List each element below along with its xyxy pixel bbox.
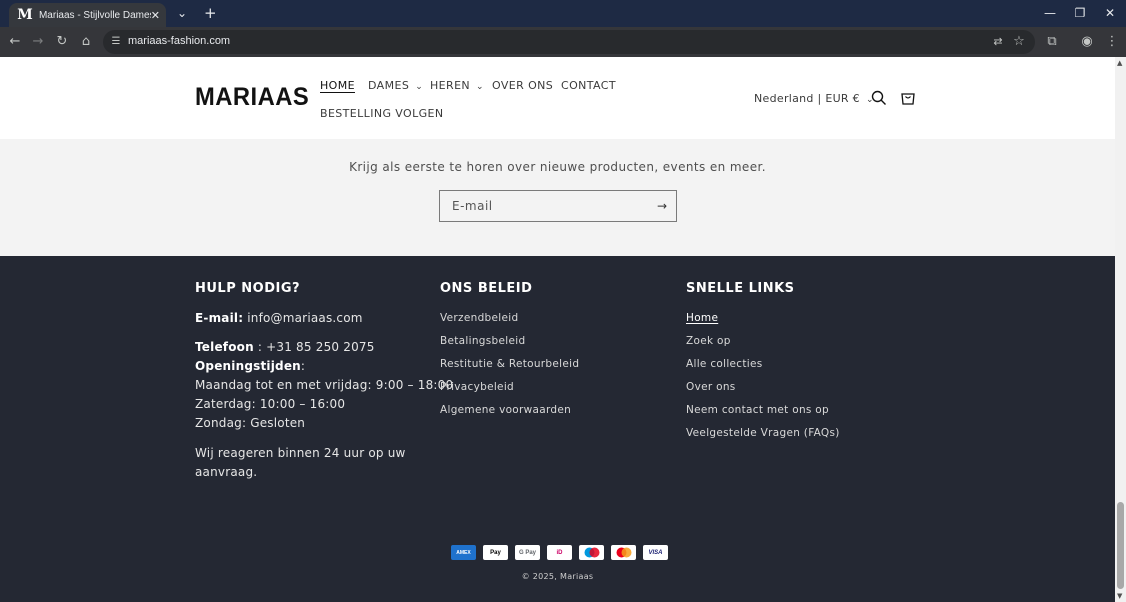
policy-link-voorwaarden[interactable]: Algemene voorwaarden: [440, 404, 571, 416]
translate-icon[interactable]: ⇄: [990, 34, 1006, 50]
nav-over-ons[interactable]: OVER ONS: [492, 79, 553, 92]
ideal-label: iD: [556, 549, 563, 556]
extensions-icon[interactable]: ⧉: [1044, 34, 1060, 50]
policy-link-betalingsbeleid[interactable]: Betalingsbeleid: [440, 335, 525, 347]
hours-label: Openingstijden: [195, 359, 301, 373]
browser-toolbar: ← → ↻ ⌂ ☰ mariaas-fashion.com ⇄ ☆ ⧉ ◉ ⋮: [0, 27, 1126, 57]
help-saturday: Zaterdag: 10:00 – 16:00: [195, 397, 346, 411]
mastercard-icon: [611, 545, 636, 560]
scroll-thumb[interactable]: [1117, 502, 1124, 589]
nav-dames-label: DAMES: [368, 79, 410, 92]
help-sunday: Zondag: Gesloten: [195, 416, 306, 430]
search-icon[interactable]: [871, 90, 887, 106]
amex-icon: AMEX: [451, 545, 476, 560]
hours-colon: :: [300, 359, 306, 373]
nav-heren-label: HEREN: [430, 79, 471, 92]
visa-label: VISA: [648, 549, 663, 556]
help-title: HULP NODIG?: [195, 281, 301, 296]
policy-link-privacybeleid[interactable]: Privacybeleid: [440, 381, 514, 393]
quick-link-alle-collecties[interactable]: Alle collecties: [686, 358, 763, 370]
policy-link-verzendbeleid[interactable]: Verzendbeleid: [440, 312, 518, 324]
footer-help-column: HULP NODIG? E-mail: info@mariaas.com Tel…: [195, 281, 453, 479]
policy-title: ONS BELEID: [440, 281, 533, 296]
google-pay-icon: G Pay: [515, 545, 540, 560]
quick-link-contact[interactable]: Neem contact met ons op: [686, 404, 829, 416]
address-bar[interactable]: ☰ mariaas-fashion.com ⇄ ☆: [103, 30, 1035, 54]
nav-contact[interactable]: CONTACT: [561, 79, 616, 92]
policy-link-restitutie[interactable]: Restitutie & Retourbeleid: [440, 358, 579, 370]
new-tab-button[interactable]: +: [204, 5, 217, 21]
quick-link-faqs[interactable]: Veelgestelde Vragen (FAQs): [686, 427, 840, 439]
nav-home-label: HOME: [320, 79, 355, 92]
help-weekdays: Maandag tot en met vrijdag: 9:00 – 18:00: [195, 378, 454, 392]
restore-button[interactable]: ❐: [1070, 5, 1090, 21]
tab-list-icon[interactable]: ⌄: [177, 5, 187, 21]
scroll-down-icon[interactable]: ▼: [1117, 592, 1122, 600]
page-content: MARIAAS HOME DAMES ⌄ HEREN ⌄ OVER ONS CONT…: [0, 57, 1115, 602]
back-icon[interactable]: ←: [7, 34, 23, 50]
footer-quick-links-column: SNELLE LINKS Home Zoek op Alle collectie…: [686, 281, 839, 439]
help-email: E-mail: info@mariaas.com: [195, 311, 363, 325]
tab-title: Mariaas - Stijlvolle Dames- & H: [38, 9, 151, 21]
newsletter-section: Krijg als eerste te horen over nieuwe pr…: [0, 139, 1115, 256]
phone-label: Telefoon: [195, 340, 254, 354]
nav-bestelling-volgen[interactable]: BESTELLING VOLGEN: [320, 107, 444, 120]
maestro-icon: [579, 545, 604, 560]
arrow-right-icon[interactable]: →: [657, 199, 667, 213]
forward-icon[interactable]: →: [30, 34, 46, 50]
site-info-icon[interactable]: ☰: [108, 34, 124, 50]
help-hours-label: Openingstijden:: [195, 359, 305, 373]
cart-icon[interactable]: [900, 90, 916, 106]
page-scrollbar[interactable]: ▲ ▼: [1115, 57, 1126, 602]
copyright: © 2025, Mariaas: [521, 572, 594, 581]
help-response-line-1: Wij reageren binnen 24 uur op uw: [195, 446, 406, 460]
email-value[interactable]: info@mariaas.com: [243, 311, 362, 325]
scroll-up-icon[interactable]: ▲: [1117, 59, 1122, 67]
apple-pay-label: Pay: [490, 549, 501, 556]
chevron-down-icon: ⌄: [476, 82, 484, 92]
email-input[interactable]: [452, 197, 642, 215]
newsletter-text: Krijg als eerste te horen over nieuwe pr…: [349, 160, 766, 174]
site-favicon-icon: M: [17, 7, 33, 23]
payment-methods: AMEX Pay G Pay iD VISA: [451, 545, 668, 560]
nav-contact-label: CONTACT: [561, 79, 616, 92]
newsletter-form: →: [439, 190, 677, 222]
amex-label: AMEX: [456, 549, 471, 556]
phone-value: : +31 85 250 2075: [253, 340, 375, 354]
profile-icon[interactable]: ◉: [1079, 34, 1095, 50]
visa-icon: VISA: [643, 545, 668, 560]
google-pay-label: G Pay: [518, 549, 536, 556]
apple-pay-icon: Pay: [483, 545, 508, 560]
nav-over-ons-label: OVER ONS: [492, 79, 554, 92]
bookmark-star-icon[interactable]: ☆: [1011, 34, 1027, 50]
locale-label: Nederland | EUR €: [754, 92, 860, 105]
nav-home[interactable]: HOME: [320, 79, 355, 92]
tab-close-icon[interactable]: ✕: [151, 9, 160, 22]
minimize-button[interactable]: —: [1040, 5, 1060, 21]
email-label: E-mail:: [195, 311, 244, 325]
quick-links-title: SNELLE LINKS: [686, 281, 795, 296]
nav-bestelling-volgen-label: BESTELLING VOLGEN: [320, 107, 444, 120]
chevron-down-icon: ⌄: [415, 82, 424, 92]
footer-policy-column: ONS BELEID Verzendbeleid Betalingsbeleid…: [440, 281, 579, 416]
ideal-icon: iD: [547, 545, 572, 560]
browser-tab[interactable]: M Mariaas - Stijlvolle Dames- & H ✕: [9, 3, 166, 27]
nav-dames[interactable]: DAMES ⌄: [368, 79, 423, 92]
quick-link-zoek-op[interactable]: Zoek op: [686, 335, 731, 347]
browser-menu-icon[interactable]: ⋮: [1104, 34, 1120, 50]
quick-link-home[interactable]: Home: [686, 312, 718, 324]
browser-tab-bar: M Mariaas - Stijlvolle Dames- & H ✕ ⌄ + …: [0, 0, 1126, 27]
url-text[interactable]: mariaas-fashion.com: [128, 35, 230, 47]
locale-selector[interactable]: Nederland | EUR € ⌄: [754, 92, 874, 105]
close-window-button[interactable]: ✕: [1100, 5, 1120, 21]
quick-link-over-ons[interactable]: Over ons: [686, 381, 736, 393]
reload-icon[interactable]: ↻: [54, 34, 70, 50]
home-icon[interactable]: ⌂: [78, 34, 94, 50]
help-response-line-2: aanvraag.: [195, 465, 258, 479]
site-header: MARIAAS HOME DAMES ⌄ HEREN ⌄ OVER ONS CONT…: [0, 57, 1115, 139]
site-logo[interactable]: MARIAAS: [195, 83, 309, 112]
help-phone: Telefoon : +31 85 250 2075: [195, 340, 375, 354]
nav-heren[interactable]: HEREN ⌄: [430, 79, 484, 92]
